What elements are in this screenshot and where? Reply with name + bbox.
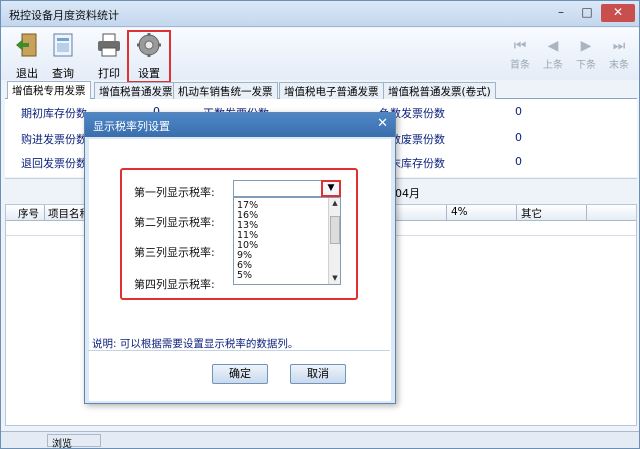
scroll-down-icon[interactable]: ▼: [329, 273, 341, 284]
period-label: 04月: [395, 187, 420, 200]
tab-general-invoice[interactable]: 增值税普通发票: [94, 82, 178, 99]
rate-row-label: 第三列显示税率:: [134, 246, 215, 259]
exit-label: 退出: [16, 67, 38, 80]
scroll-thumb[interactable]: [330, 216, 340, 244]
dialog-note: 说明: 可以根据需要设置显示税率的数据列。: [92, 338, 299, 350]
rate-row-label: 第二列显示税率:: [134, 216, 215, 229]
last-icon: ⏭: [612, 38, 626, 54]
cancel-button[interactable]: 取消: [290, 364, 346, 384]
window-title: 税控设备月度资料统计: [9, 9, 119, 22]
col-header[interactable]: 4%: [451, 206, 468, 218]
settings-label: 设置: [138, 67, 160, 80]
gear-icon: [137, 33, 161, 57]
summary-label: 购进发票份数: [21, 133, 87, 146]
query-label: 查询: [52, 67, 74, 80]
close-button[interactable]: ✕: [601, 4, 635, 22]
rate-option[interactable]: 5%: [237, 270, 252, 281]
dialog-title-bar: 显示税率列设置 ✕: [85, 113, 395, 137]
tab-roll-invoice[interactable]: 增值税普通发票(卷式): [383, 82, 496, 99]
printer-icon: [98, 33, 120, 57]
toolbar: 退出 查询 打印 设置 ⏮ 首条 ◀ 上条 ▶ 下条 ⏭ 末条: [1, 28, 639, 83]
tab-vehicle-invoice[interactable]: 机动车销售统一发票: [173, 82, 278, 99]
dialog-divider: [88, 350, 390, 351]
col-header[interactable]: 序号: [18, 206, 39, 221]
chevron-down-icon[interactable]: ▼: [321, 180, 341, 197]
query-icon: [53, 33, 73, 57]
tab-special-invoice[interactable]: 增值税专用发票: [7, 81, 91, 100]
dialog-title: 显示税率列设置: [93, 120, 170, 133]
prev-record-button[interactable]: ◀ 上条: [536, 38, 570, 71]
next-record-button[interactable]: ▶ 下条: [569, 38, 603, 71]
next-icon: ▶: [580, 38, 592, 54]
rate-dropdown-list: 17% 16% 13% 11% 10% 9% 6% 5%: [233, 197, 341, 285]
maximize-button[interactable]: □: [575, 4, 599, 22]
invoice-tabs: 增值税专用发票 增值税普通发票 机动车销售统一发票 增值税电子普通发票 增值税普…: [5, 81, 637, 100]
prev-icon: ◀: [547, 38, 559, 54]
dialog-close-icon[interactable]: ✕: [377, 116, 388, 131]
first-icon: ⏮: [513, 38, 527, 54]
summary-value: 0: [515, 105, 522, 118]
query-button[interactable]: 查询: [43, 32, 83, 81]
title-bar: 税控设备月度资料统计 – □ ✕: [1, 1, 639, 27]
minimize-button[interactable]: –: [549, 4, 573, 22]
dropdown-scrollbar[interactable]: ▲ ▼: [328, 198, 340, 284]
rate-row-label: 第一列显示税率:: [134, 186, 215, 199]
summary-label: 退回发票份数: [21, 157, 87, 170]
print-button[interactable]: 打印: [89, 32, 129, 81]
summary-value: 0: [515, 131, 522, 144]
settings-button[interactable]: 设置: [127, 30, 171, 83]
last-record-button[interactable]: ⏭ 末条: [602, 38, 636, 71]
col-header[interactable]: 其它: [521, 206, 542, 221]
summary-value: 0: [515, 155, 522, 168]
tab-electronic-invoice[interactable]: 增值税电子普通发票: [279, 82, 384, 99]
exit-button[interactable]: 退出: [7, 32, 47, 81]
ok-button[interactable]: 确定: [212, 364, 268, 384]
status-bar: 浏览: [1, 431, 639, 449]
summary-label: 期初库存份数: [21, 107, 87, 120]
status-mode: 浏览: [47, 434, 101, 449]
exit-icon: [16, 33, 37, 57]
first-record-button[interactable]: ⏮ 首条: [503, 38, 537, 71]
print-label: 打印: [98, 67, 120, 80]
rate-row-label: 第四列显示税率:: [134, 278, 215, 291]
scroll-up-icon[interactable]: ▲: [329, 198, 341, 209]
